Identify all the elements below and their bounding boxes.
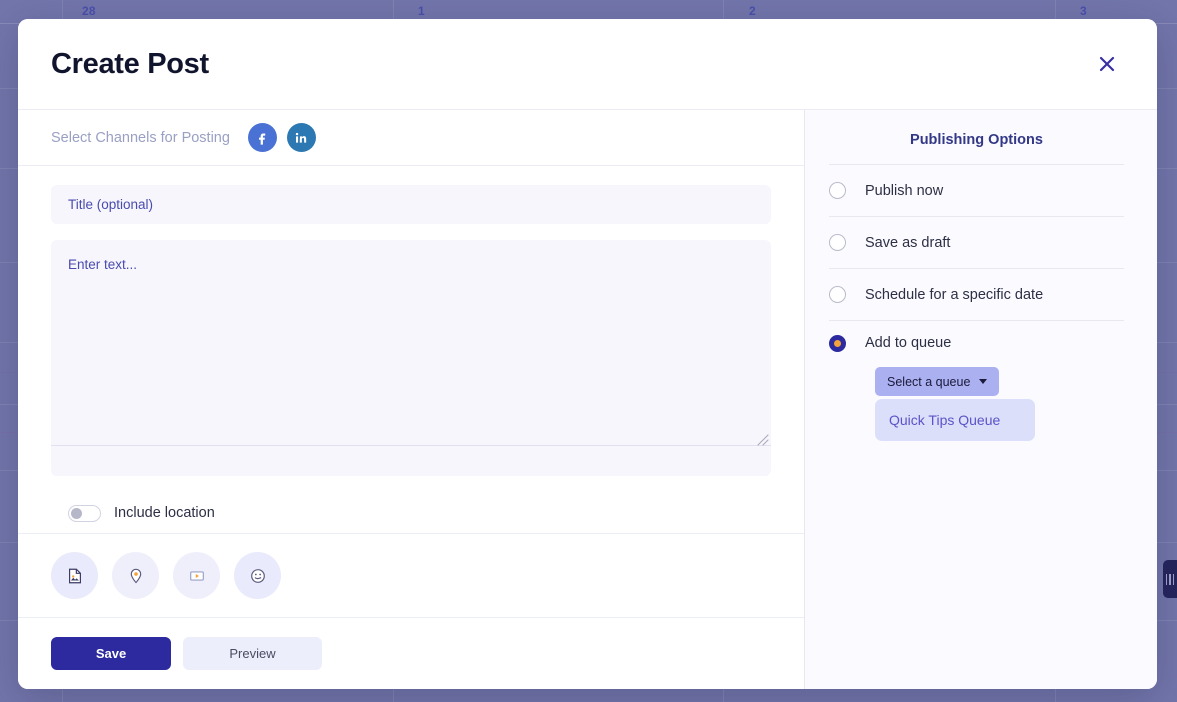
calendar-date-3[interactable]: 3	[1080, 4, 1087, 18]
close-icon	[1097, 54, 1117, 74]
preview-button[interactable]: Preview	[183, 637, 322, 670]
option-label: Schedule for a specific date	[865, 286, 1044, 303]
radio-publish-now[interactable]	[829, 182, 846, 199]
option-label: Publish now	[865, 182, 944, 199]
modal-actions: Save Preview	[18, 617, 804, 689]
option-schedule-date[interactable]: Schedule for a specific date	[829, 269, 1124, 321]
radio-add-to-queue[interactable]	[829, 334, 846, 352]
include-location-label: Include location	[114, 505, 215, 522]
add-location-button[interactable]	[112, 552, 159, 599]
include-location-toggle[interactable]	[68, 504, 101, 522]
calendar-date-2[interactable]: 2	[749, 4, 756, 18]
radio-schedule-date[interactable]	[829, 286, 846, 303]
close-button[interactable]	[1090, 47, 1124, 81]
queue-select-label: Select a queue	[887, 374, 971, 389]
create-post-modal: Create Post Select Channels for Posting	[18, 19, 1157, 689]
grip-line-icon	[1165, 573, 1168, 585]
add-image-button[interactable]	[51, 552, 98, 599]
grip-line-icon	[1169, 573, 1171, 585]
option-add-to-queue[interactable]: Add to queue	[829, 321, 1124, 365]
publishing-options-title: Publishing Options	[910, 132, 1043, 148]
modal-body: Select Channels for Posting Title (optio…	[18, 110, 1157, 689]
image-icon	[66, 567, 84, 585]
publishing-options-list: Publish now Save as draft Schedule for a…	[829, 164, 1124, 441]
chevron-down-icon	[979, 379, 988, 384]
option-label: Save as draft	[865, 234, 951, 251]
composer-toolbar	[18, 533, 804, 617]
add-video-button[interactable]	[173, 552, 220, 599]
option-publish-now[interactable]: Publish now	[829, 165, 1124, 217]
queue-menu-item[interactable]: Quick Tips Queue	[889, 412, 1035, 428]
option-label: Add to queue	[865, 335, 952, 351]
queue-select-button[interactable]: Select a queue	[875, 367, 1000, 396]
radio-save-as-draft[interactable]	[829, 234, 846, 251]
editor-area: Include location	[18, 166, 804, 533]
toggle-knob	[71, 507, 82, 519]
location-pin-icon	[127, 567, 145, 585]
queue-selection-block: Select a queue Quick Tips Queue	[829, 367, 1124, 441]
option-save-as-draft[interactable]: Save as draft	[829, 217, 1124, 269]
calendar-date-1[interactable]: 1	[418, 4, 425, 18]
text-editor-wrapper	[51, 240, 771, 476]
channel-icon-list	[247, 123, 316, 152]
title-input[interactable]	[51, 185, 771, 224]
video-icon	[188, 567, 206, 585]
save-button[interactable]: Save	[51, 637, 171, 670]
page-title: Create Post	[51, 47, 209, 80]
channel-selector: Select Channels for Posting	[18, 110, 804, 166]
modal-header: Create Post	[18, 19, 1157, 110]
channels-label: Select Channels for Posting	[51, 129, 230, 146]
linkedin-icon[interactable]	[286, 123, 316, 152]
panel-drag-handle[interactable]	[1163, 560, 1177, 598]
facebook-icon[interactable]	[247, 123, 277, 152]
publishing-options-panel: Publishing Options Publish now Save as d…	[805, 110, 1157, 689]
queue-dropdown-menu: Quick Tips Queue	[875, 399, 1035, 441]
calendar-date-28[interactable]: 28	[82, 4, 96, 18]
add-emoji-button[interactable]	[234, 552, 281, 599]
radio-dot	[834, 339, 841, 347]
post-text-input[interactable]	[51, 240, 771, 446]
include-location-row[interactable]: Include location	[51, 476, 771, 533]
emoji-icon	[249, 567, 267, 585]
grip-line-icon	[1172, 573, 1175, 585]
composer-panel: Select Channels for Posting Title (optio…	[18, 110, 805, 689]
